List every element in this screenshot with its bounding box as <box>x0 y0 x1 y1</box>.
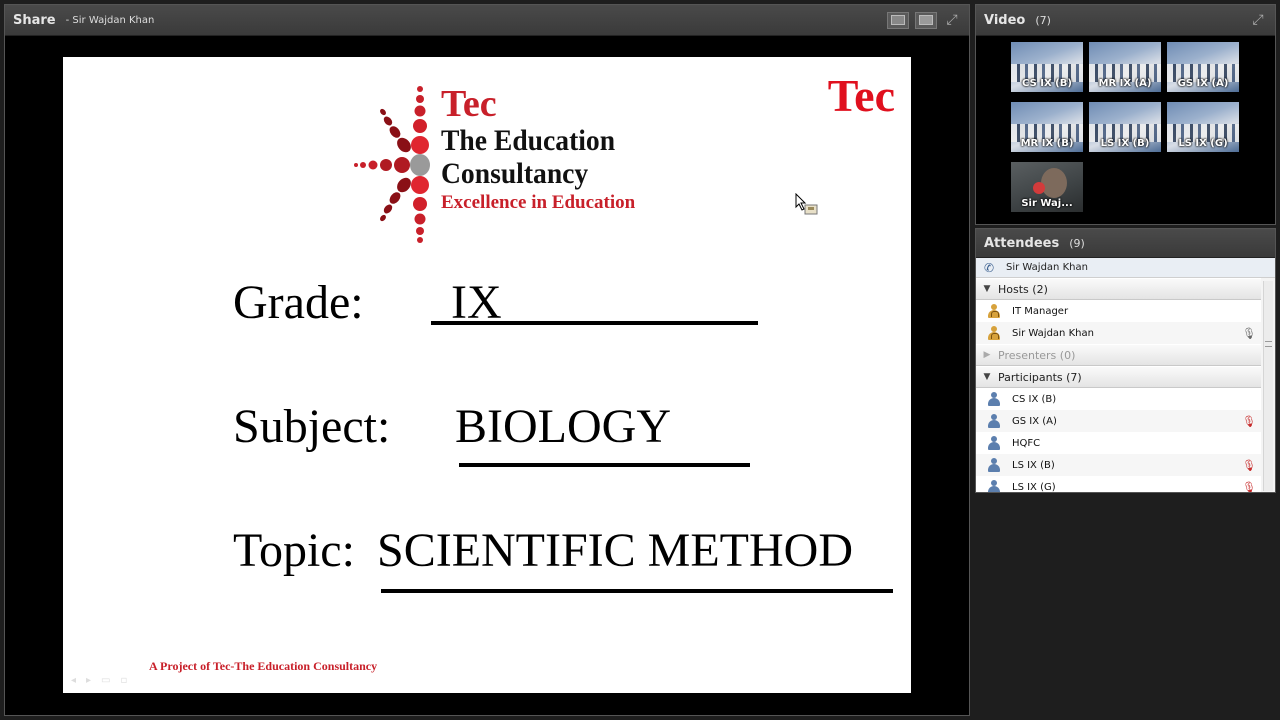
participant-icon <box>987 392 1001 406</box>
grade-label: Grade: <box>233 276 364 329</box>
share-pod-title: Share <box>13 12 56 28</box>
participant-icon <box>987 480 1001 492</box>
topic-label: Topic: <box>233 524 355 577</box>
presentation-slide: Tec The Education Consultancy Excellence… <box>63 57 911 693</box>
subject-row: Subject: BIOLOGY <box>233 403 793 463</box>
host-icon <box>987 304 1001 318</box>
mic-muted-icon: 🎙 <box>1242 414 1256 428</box>
meeting-room: Share - Sir Wajdan Khan ⤢ Tec The Educat… <box>0 0 1280 720</box>
group-participants[interactable]: ▼ Participants (7) <box>976 366 1261 388</box>
participant-icon <box>987 414 1001 428</box>
fit-to-width-button[interactable] <box>887 11 909 29</box>
list-item[interactable]: Sir Wajdan Khan 🎙 <box>976 322 1261 344</box>
group-presenters-label: Presenters (0) <box>998 348 1076 362</box>
video-feed-label: MR IX (B) <box>1020 138 1074 149</box>
video-feed[interactable]: LS IX (G) <box>1167 102 1239 152</box>
host-icon <box>987 326 1001 340</box>
attendee-name: GS IX (A) <box>1012 415 1057 427</box>
attendee-name: CS IX (B) <box>1012 393 1057 405</box>
video-feed[interactable]: MR IX (A) <box>1089 42 1161 92</box>
list-item[interactable]: LS IX (G) 🎙 <box>976 476 1261 493</box>
video-fullscreen-icon[interactable]: ⤢ <box>1249 11 1267 29</box>
logo-tagline: Excellence in Education <box>441 192 636 213</box>
video-feed-self[interactable]: Sir Waj... <box>1011 162 1083 212</box>
mic-muted-icon: 🎙 <box>1242 458 1256 472</box>
slide-nav-controls[interactable]: ◂▸▭▫ <box>71 675 137 686</box>
actual-size-button[interactable] <box>915 11 937 29</box>
participant-icon <box>987 436 1001 450</box>
logo-line2: Consultancy <box>441 157 589 190</box>
attendee-name: LS IX (B) <box>1012 459 1055 471</box>
video-pod-header: Video (7) ⤢ <box>976 5 1275 36</box>
share-pod: Share - Sir Wajdan Khan ⤢ Tec The Educat… <box>4 4 970 716</box>
subject-underline <box>459 463 750 467</box>
logo-dots-icon <box>354 86 430 243</box>
video-feed[interactable]: MR IX (B) <box>1011 102 1083 152</box>
group-hosts-label: Hosts (2) <box>998 282 1048 296</box>
share-presenter-name: - Sir Wajdan Khan <box>65 14 155 26</box>
logo-text: Tec The Education Consultancy Excellence… <box>441 85 635 212</box>
grade-row: Grade: IX <box>233 279 793 339</box>
topic-value: SCIENTIFIC METHOD <box>377 524 853 577</box>
list-item[interactable]: IT Manager <box>976 300 1261 322</box>
attendees-pod: Attendees (9) ✆ Sir Wajdan Khan ▼ Hosts … <box>975 228 1276 493</box>
topic-row: Topic: SCIENTIFIC METHOD <box>233 527 903 587</box>
share-pod-header: Share - Sir Wajdan Khan ⤢ <box>5 5 969 36</box>
participant-icon <box>987 458 1001 472</box>
tec-logo: Tec The Education Consultancy Excellence… <box>353 77 653 247</box>
current-user-name: Sir Wajdan Khan <box>1006 262 1088 273</box>
attendees-count: (9) <box>1069 236 1085 250</box>
subject-value: BIOLOGY <box>455 400 671 453</box>
video-feed-label: MR IX (A) <box>1098 78 1152 89</box>
video-pod-title: Video <box>984 12 1026 28</box>
attendees-pod-title: Attendees <box>984 235 1060 251</box>
logo-brand: Tec <box>441 83 497 125</box>
expand-down-icon: ▼ <box>983 372 991 382</box>
mic-muted-icon: 🎙 <box>1242 480 1256 493</box>
attendees-pod-header: Attendees (9) <box>976 229 1275 258</box>
paused-icon <box>1033 182 1045 194</box>
video-pod: Video (7) ⤢ CS IX (B) MR IX (A) GS IX (A… <box>975 4 1276 225</box>
attendee-name: Sir Wajdan Khan <box>1012 327 1094 339</box>
current-user-row[interactable]: ✆ Sir Wajdan Khan <box>976 258 1275 278</box>
microphone-icon: 🎙 <box>1242 326 1256 340</box>
slide-footer: A Project of Tec-The Education Consultan… <box>149 659 378 673</box>
mouse-pointer-icon <box>795 193 818 215</box>
list-item[interactable]: CS IX (B) <box>976 388 1261 410</box>
video-feed-label: LS IX (G) <box>1178 138 1228 149</box>
list-item[interactable]: GS IX (A) 🎙 <box>976 410 1261 432</box>
group-presenters[interactable]: ▶ Presenters (0) <box>976 344 1261 366</box>
video-feed-label: Sir Waj... <box>1021 198 1073 209</box>
list-item[interactable]: LS IX (B) 🎙 <box>976 454 1261 476</box>
list-item[interactable]: HQFC <box>976 432 1261 454</box>
expand-right-icon: ▶ <box>983 350 991 360</box>
attendee-scrollbar[interactable] <box>1263 281 1273 491</box>
corner-brand: Tec <box>827 70 895 121</box>
grade-value: IX <box>451 276 502 329</box>
video-feed[interactable]: GS IX (A) <box>1167 42 1239 92</box>
topic-underline <box>381 589 893 593</box>
grade-underline <box>431 321 758 325</box>
video-feed[interactable]: CS IX (B) <box>1011 42 1083 92</box>
group-hosts[interactable]: ▼ Hosts (2) <box>976 278 1261 300</box>
video-feed-label: GS IX (A) <box>1177 78 1229 89</box>
expand-down-icon: ▼ <box>983 284 991 294</box>
phone-icon: ✆ <box>984 260 995 275</box>
attendee-name: IT Manager <box>1012 305 1069 317</box>
logo-line1: The Education <box>441 124 616 157</box>
attendee-name: LS IX (G) <box>1012 481 1056 493</box>
attendee-list: ▼ Hosts (2) IT Manager Sir Wajdan Khan 🎙… <box>976 278 1261 493</box>
fullscreen-icon[interactable]: ⤢ <box>943 11 961 29</box>
group-participants-label: Participants (7) <box>998 370 1082 384</box>
attendee-name: HQFC <box>1012 437 1041 449</box>
video-feed-label: CS IX (B) <box>1022 78 1072 89</box>
video-feed-label: LS IX (B) <box>1100 138 1150 149</box>
video-feed[interactable]: LS IX (B) <box>1089 102 1161 152</box>
subject-label: Subject: <box>233 400 391 453</box>
video-count: (7) <box>1035 13 1051 27</box>
